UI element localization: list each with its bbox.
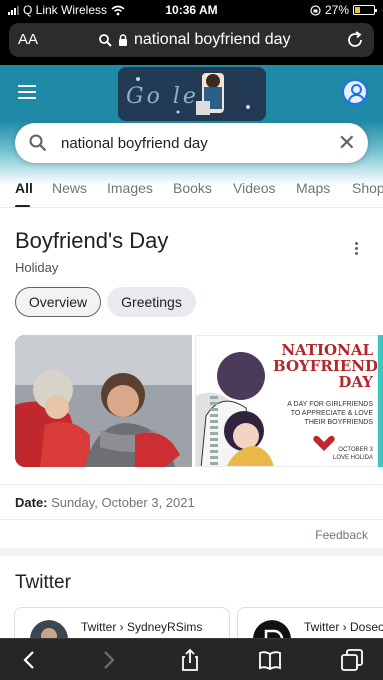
account-icon[interactable] <box>342 79 368 105</box>
tab-all[interactable]: All <box>15 180 33 196</box>
share-icon[interactable] <box>178 648 202 672</box>
search-icon <box>29 134 47 152</box>
battery-level <box>355 7 360 13</box>
national-boyfriend-day-graphic[interactable]: NATIONAL BOYFRIEND DAY A DAY FOR GIRLFRI… <box>195 335 378 467</box>
tab-videos[interactable]: Videos <box>233 180 276 196</box>
forward-icon[interactable] <box>96 648 120 672</box>
browser-toolbar: AA national boyfriend day <box>0 20 383 65</box>
doodle-art: Go le <box>118 67 266 121</box>
couple-illustration <box>15 335 192 467</box>
search-input[interactable]: national boyfriend day <box>61 135 208 152</box>
active-tab-indicator <box>15 205 30 207</box>
date-label: Date: <box>15 495 48 510</box>
feedback-link[interactable]: Feedback <box>315 528 368 542</box>
battery-percent: 27% <box>324 3 349 17</box>
section-divider <box>0 548 383 556</box>
graphic-title: NATIONAL BOYFRIEND DAY <box>273 341 378 391</box>
tweet-source: Twitter › SydneyRSims <box>81 620 203 634</box>
chip-overview[interactable]: Overview <box>15 287 101 317</box>
bookmarks-icon[interactable] <box>258 648 282 672</box>
status-right: 27% <box>310 3 377 17</box>
reload-icon[interactable] <box>344 29 366 51</box>
status-bar: Q Link Wireless 10:36 AM 27% <box>0 0 383 20</box>
reader-settings-button[interactable]: AA <box>18 31 38 48</box>
tab-images[interactable]: Images <box>107 180 153 196</box>
graphic-date: OCTOBER 3 LOVE HOLIDA <box>332 447 373 461</box>
address-url[interactable]: national boyfriend day <box>99 31 291 49</box>
close-icon[interactable]: ✕ <box>338 132 356 154</box>
tab-shopping[interactable]: Shop <box>352 180 383 196</box>
orientation-lock-icon <box>310 4 321 16</box>
couple-photo[interactable] <box>15 335 192 467</box>
battery-icon <box>353 5 377 15</box>
menu-icon[interactable] <box>18 85 36 99</box>
tab-books[interactable]: Books <box>173 180 212 196</box>
lock-icon <box>119 34 127 46</box>
entity-type: Holiday <box>15 260 59 275</box>
url-text: national boyfriend day <box>134 31 291 48</box>
tabs-icon[interactable] <box>340 648 364 672</box>
google-doodle[interactable]: Go le <box>118 67 266 121</box>
chip-greetings[interactable]: Greetings <box>107 287 196 317</box>
svg-text:Go le: Go le <box>126 84 199 109</box>
twitter-heading: Twitter <box>15 572 71 593</box>
safari-bottom-toolbar <box>0 638 383 680</box>
search-tabs: All News Images Books Videos Maps Shop <box>0 170 383 208</box>
page-title: Boyfriend's Day <box>15 228 169 253</box>
search-icon <box>99 33 112 47</box>
tweet-source: Twitter › Doseofc <box>304 620 383 634</box>
date-row: Date: Sunday, October 3, 2021 <box>0 484 383 520</box>
address-bar[interactable]: AA national boyfriend day <box>9 23 374 57</box>
back-icon[interactable] <box>18 648 42 672</box>
more-options-icon[interactable] <box>355 242 359 256</box>
tab-maps[interactable]: Maps <box>296 180 330 196</box>
tab-news[interactable]: News <box>52 180 87 196</box>
graphic-caption: A DAY FOR GIRLFRIENDS TO APPRECIATE & LO… <box>287 401 373 426</box>
search-box[interactable]: national boyfriend day ✕ <box>15 123 368 163</box>
date-value: Sunday, October 3, 2021 <box>51 495 195 510</box>
image-strip-next[interactable] <box>378 335 383 467</box>
